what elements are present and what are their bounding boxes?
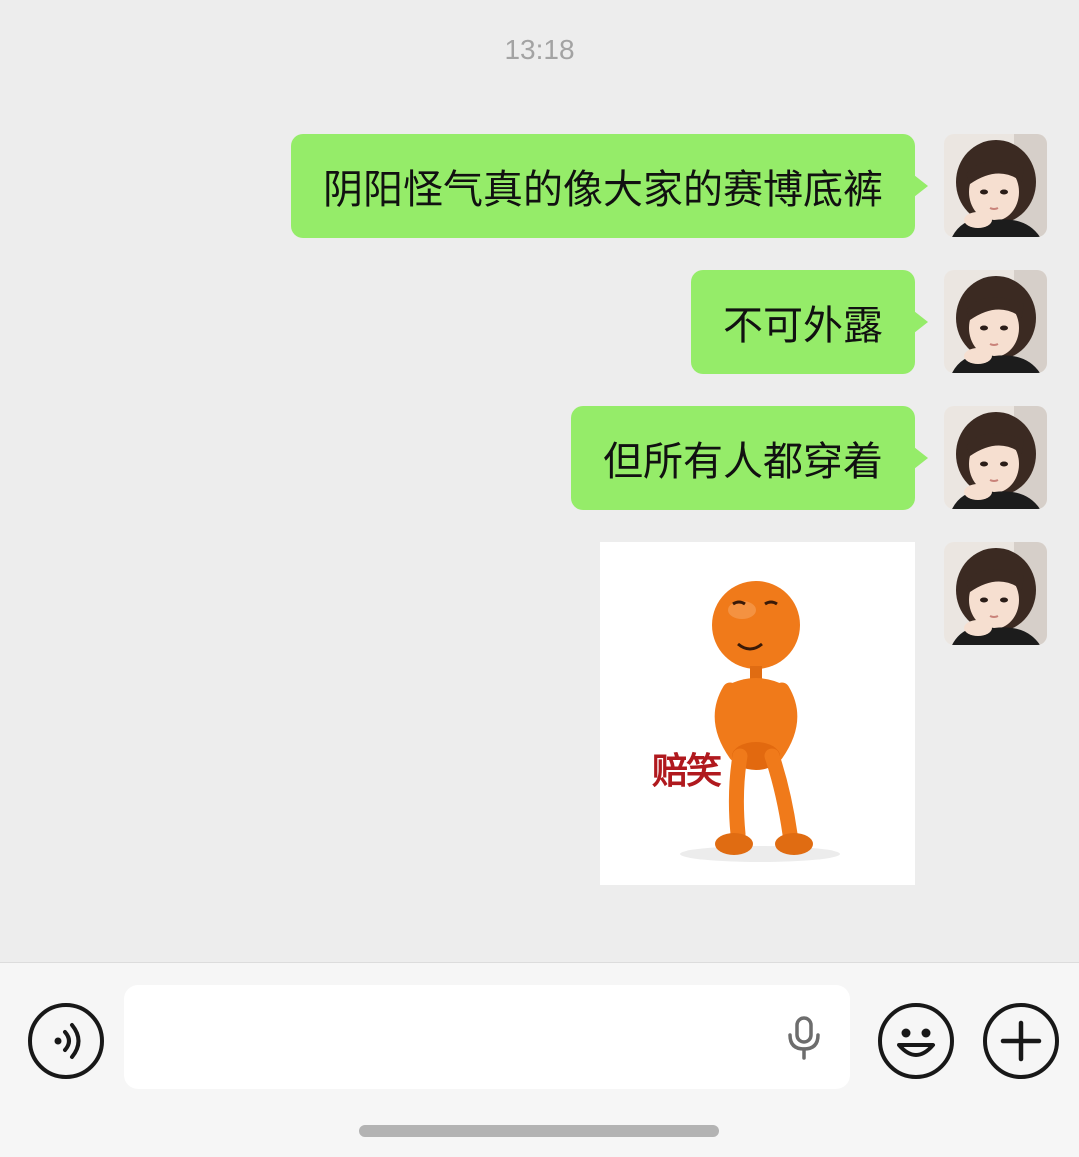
message-timestamp: 13:18 <box>504 34 575 65</box>
avatar-portrait-icon <box>944 542 1047 645</box>
avatar[interactable] <box>944 542 1047 645</box>
message-bubble[interactable]: 不可外露 <box>691 270 928 374</box>
message-bubble[interactable]: 但所有人都穿着 <box>571 406 928 510</box>
home-indicator[interactable] <box>359 1125 719 1137</box>
message-input[interactable] <box>124 985 850 1089</box>
sticker-caption: 赔笑 <box>652 751 722 792</box>
sticker-message[interactable]: 赔笑 <box>600 542 915 885</box>
avatar[interactable] <box>944 406 1047 509</box>
avatar-portrait-icon <box>944 134 1047 237</box>
message-bubble[interactable]: 阴阳怪气真的像大家的赛博底裤 <box>291 134 928 238</box>
microphone-icon[interactable] <box>784 1015 824 1061</box>
voice-mode-button[interactable] <box>28 1003 104 1079</box>
avatar[interactable] <box>944 270 1047 373</box>
more-button[interactable] <box>983 1003 1059 1079</box>
orange-figure-sticker-icon <box>680 581 840 862</box>
input-bar <box>0 962 1079 1157</box>
emoji-button[interactable] <box>878 1003 954 1079</box>
avatar-portrait-icon <box>944 406 1047 509</box>
plus-icon <box>1000 1020 1042 1062</box>
avatar-portrait-icon <box>944 270 1047 373</box>
voice-mode-icon <box>54 1023 81 1059</box>
avatar[interactable] <box>944 134 1047 237</box>
emoji-icon <box>897 1028 935 1057</box>
